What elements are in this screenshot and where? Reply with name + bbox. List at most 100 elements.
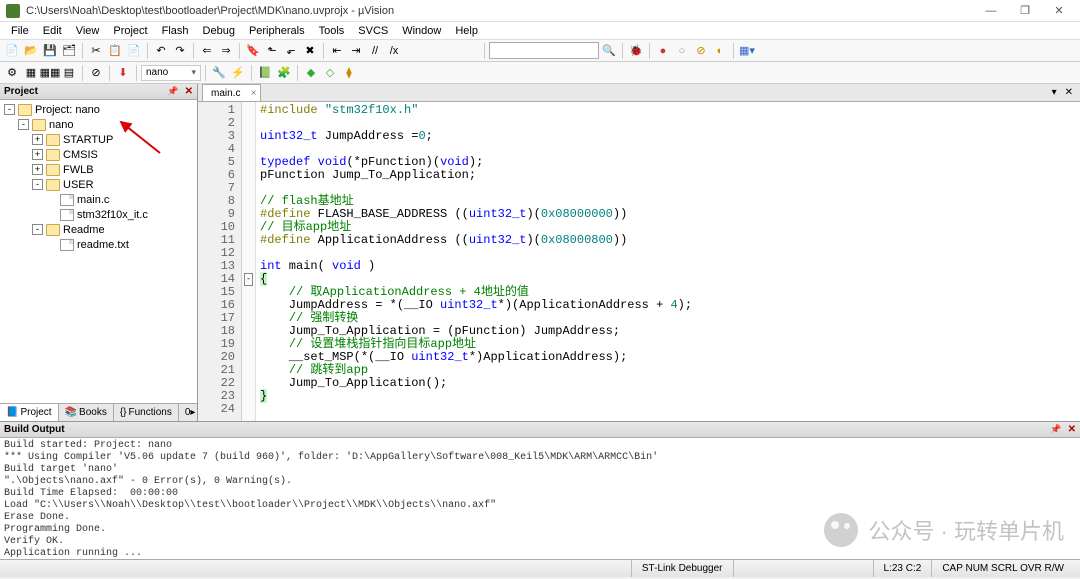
panel-tab-functions[interactable]: {}Functions [114,404,179,421]
tree-item[interactable]: main.c [0,192,197,207]
find-combo[interactable] [489,42,599,59]
window-layout-icon[interactable]: ▦▾ [738,42,756,60]
panel-close-icon[interactable]: ✕ [185,86,193,97]
nav-back-icon[interactable]: ⇐ [198,42,216,60]
batch-build-icon[interactable]: ▤ [60,64,78,82]
rebuild-icon[interactable]: ▦▦ [41,64,59,82]
breakpoint-icon[interactable]: ● [654,42,672,60]
breakpoint-disable-icon[interactable]: ○ [673,42,691,60]
cut-icon[interactable]: ✂ [87,42,105,60]
indent-right-icon[interactable]: ⇥ [347,42,365,60]
menu-window[interactable]: Window [395,23,448,39]
toolbar-build: ⚙ ▦ ▦▦ ▤ ⊘ ⬇ nano 🔧 ⚡ 📗 🧩 ◆ ◇ ⧫ [0,62,1080,84]
menu-project[interactable]: Project [106,23,154,39]
panel-close-icon[interactable]: ✕ [1068,424,1076,435]
bookmark-icon[interactable]: 🔖 [244,42,262,60]
tree-item[interactable]: +STARTUP [0,132,197,147]
copy-icon[interactable]: 📋 [106,42,124,60]
maximize-button[interactable]: ❐ [1010,2,1040,20]
target-options-icon[interactable]: ⚡ [229,64,247,82]
tree-item[interactable]: -nano [0,117,197,132]
uncomment-icon[interactable]: /x [385,42,403,60]
menu-peripherals[interactable]: Peripherals [242,23,312,39]
stop-build-icon[interactable]: ⊘ [87,64,105,82]
system-analyzer-icon[interactable]: ⧫ [340,64,358,82]
bookmark-next-icon[interactable]: ⬐ [282,42,300,60]
indent-left-icon[interactable]: ⇤ [328,42,346,60]
tree-toggle-icon[interactable]: - [32,224,43,235]
minimize-button[interactable]: — [976,2,1006,20]
tree-item[interactable]: + CMSIS [0,147,197,162]
close-button[interactable]: ✕ [1044,2,1074,20]
nav-fwd-icon[interactable]: ⇒ [217,42,235,60]
tree-item[interactable]: -USER [0,177,197,192]
file-tab-main[interactable]: main.c × [202,84,261,101]
project-tree[interactable]: -Project: nano-nano+STARTUP+CMSIS+FWLB-U… [0,100,197,403]
menu-flash[interactable]: Flash [155,23,196,39]
project-panel: Project 📌 ✕ -Project: nano-nano+STARTUP+… [0,84,198,421]
folder-icon [46,224,60,236]
find-icon[interactable]: 🔍 [600,42,618,60]
main-area: Project 📌 ✕ -Project: nano-nano+STARTUP+… [0,84,1080,421]
comment-icon[interactable]: // [366,42,384,60]
editor-close-icon[interactable]: ✕ [1062,87,1076,98]
pin-icon[interactable]: 📌 [167,86,178,97]
build-icon[interactable]: ▦ [22,64,40,82]
panel-tab-books[interactable]: 📚Books [59,404,114,421]
options-icon[interactable]: 🔧 [210,64,228,82]
tree-label: main.c [77,194,109,206]
menu-file[interactable]: File [4,23,36,39]
panel-tab-project[interactable]: 📘Project [0,404,59,421]
pack-installer-icon[interactable]: ◆ [302,64,320,82]
save-all-icon[interactable]: 🗂 [60,42,78,60]
save-icon[interactable]: 💾 [41,42,59,60]
translate-icon[interactable]: ⚙ [3,64,21,82]
bookmark-clear-icon[interactable]: ✖ [301,42,319,60]
window-title: C:\Users\Noah\Desktop\test\bootloader\Pr… [26,5,976,17]
redo-icon[interactable]: ↷ [171,42,189,60]
menu-debug[interactable]: Debug [196,23,242,39]
file-tab-label: main.c [211,88,240,99]
code-lines[interactable]: #include "stm32f10x.h"uint32_t JumpAddre… [256,102,1080,421]
manage-rtos-icon[interactable]: 📗 [256,64,274,82]
event-recorder-icon[interactable]: ◇ [321,64,339,82]
menu-view[interactable]: View [69,23,107,39]
breakpoint-kill-icon[interactable]: ⊘ [692,42,710,60]
tree-toggle-icon[interactable]: - [4,104,15,115]
tree-item[interactable]: -Project: nano [0,102,197,117]
editor-dropdown-icon[interactable]: ▾ [1049,87,1060,98]
code-editor[interactable]: 123456789101112131415161718192021222324 … [198,102,1080,421]
file-icon [60,209,74,221]
undo-icon[interactable]: ↶ [152,42,170,60]
menu-tools[interactable]: Tools [312,23,352,39]
fold-toggle-icon[interactable]: - [244,273,253,286]
tree-toggle-icon[interactable]: + [32,134,43,145]
debug-icon[interactable]: 🐞 [627,42,645,60]
menu-edit[interactable]: Edit [36,23,69,39]
folder-icon [46,179,60,191]
manage-components-icon[interactable]: 🧩 [275,64,293,82]
tree-toggle-icon[interactable]: + [32,149,43,160]
tree-item[interactable]: +FWLB [0,162,197,177]
status-cursor-pos: L:23 C:2 [873,560,932,577]
menu-help[interactable]: Help [448,23,485,39]
tree-toggle-icon[interactable]: + [32,164,43,175]
tree-item[interactable]: - Readme [0,222,197,237]
paste-icon[interactable]: 📄 [125,42,143,60]
download-icon[interactable]: ⬇ [114,64,132,82]
build-output-text[interactable]: Build started: Project: nano *** Using C… [0,438,1080,559]
tree-toggle-icon[interactable]: - [32,179,43,190]
pin-icon[interactable]: 📌 [1050,424,1061,435]
tree-item[interactable]: readme.txt [0,237,197,252]
tree-item[interactable]: stm32f10x_it.c [0,207,197,222]
open-file-icon[interactable]: 📂 [22,42,40,60]
bookmark-prev-icon[interactable]: ⬑ [263,42,281,60]
tab-close-icon[interactable]: × [251,88,257,99]
breakpoint-enable-icon[interactable]: ◐ [711,42,729,60]
target-select[interactable]: nano [141,65,201,81]
tree-toggle-icon[interactable]: - [18,119,29,130]
tree-label: CMSIS [63,149,98,161]
tree-label: Readme [63,224,105,236]
new-file-icon[interactable]: 📄 [3,42,21,60]
menu-svcs[interactable]: SVCS [351,23,395,39]
